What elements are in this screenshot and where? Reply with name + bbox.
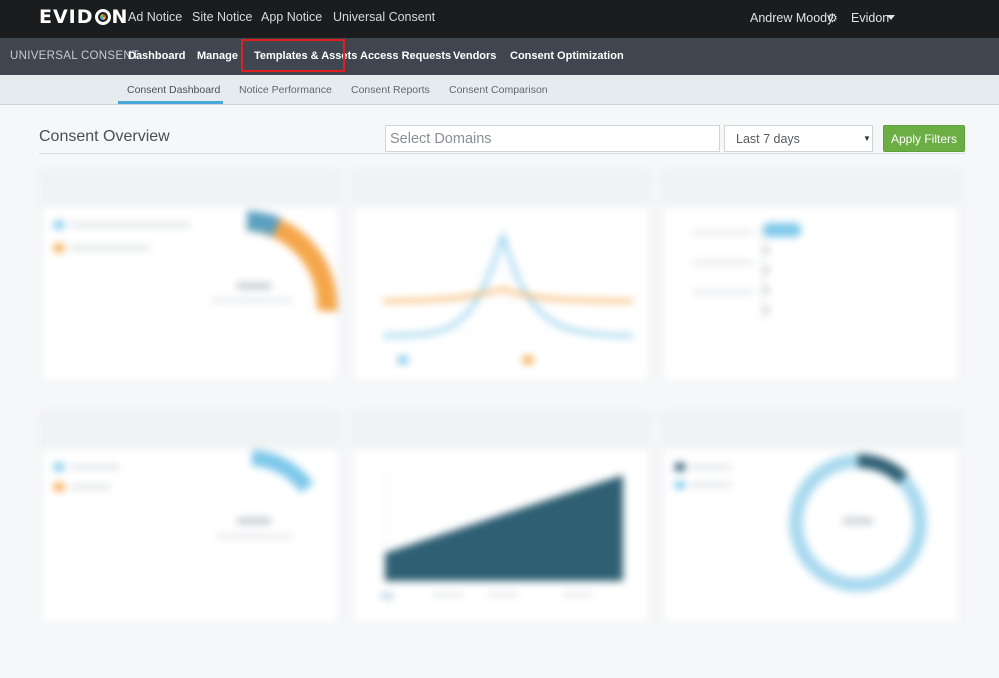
tab-consent-reports[interactable]: Consent Reports bbox=[351, 84, 430, 96]
gear-icon[interactable]: ⚙ bbox=[827, 11, 838, 25]
header-divider bbox=[39, 153, 965, 154]
gauge-chart bbox=[217, 450, 314, 538]
product-title: UNIVERSAL CONSENT bbox=[10, 50, 140, 62]
domain-select-input[interactable] bbox=[385, 125, 720, 152]
logo-o-icon bbox=[94, 9, 111, 25]
product-nav: UNIVERSAL CONSENT Dashboard Manage Templ… bbox=[0, 38, 999, 75]
nav-site-notice[interactable]: Site Notice bbox=[192, 10, 252, 24]
donut-chart bbox=[789, 454, 927, 592]
tab-consent-comparison[interactable]: Consent Comparison bbox=[449, 84, 548, 96]
widget-card bbox=[352, 170, 650, 382]
tab-notice-performance[interactable]: Notice Performance bbox=[239, 84, 332, 96]
nav-universal-consent[interactable]: Universal Consent bbox=[333, 10, 435, 24]
nav-app-notice[interactable]: App Notice bbox=[261, 10, 322, 24]
top-bar: EVID N Ad Notice Site Notice App Notice U… bbox=[0, 0, 999, 38]
sub-tabs: Consent Dashboard Notice Performance Con… bbox=[0, 75, 999, 105]
secnav-consent-optimization[interactable]: Consent Optimization bbox=[510, 50, 624, 62]
widget-grid bbox=[39, 168, 963, 643]
area-chart bbox=[381, 473, 623, 599]
secnav-vendors[interactable]: Vendors bbox=[453, 50, 496, 62]
gauge-chart bbox=[212, 211, 338, 312]
chevron-down-icon[interactable] bbox=[887, 15, 895, 20]
page-title: Consent Overview bbox=[39, 128, 170, 145]
tab-consent-dashboard[interactable]: Consent Dashboard bbox=[127, 84, 220, 96]
user-name[interactable]: Andrew Moody bbox=[750, 11, 833, 25]
secnav-manage[interactable]: Manage bbox=[197, 50, 238, 62]
line-chart bbox=[382, 230, 634, 364]
logo-wordmark-end: N bbox=[111, 6, 129, 28]
bar-chart bbox=[693, 223, 801, 321]
apply-filters-button[interactable]: Apply Filters bbox=[883, 125, 965, 152]
account-menu[interactable]: Evidon bbox=[851, 11, 889, 25]
date-range-value: Last 7 days bbox=[736, 132, 800, 146]
widget-card bbox=[662, 412, 960, 624]
widget-card bbox=[662, 170, 960, 382]
highlight-box bbox=[241, 39, 345, 72]
date-range-select[interactable]: Last 7 days ▼ bbox=[724, 125, 873, 152]
select-caret-icon: ▼ bbox=[863, 134, 871, 143]
active-tab-indicator bbox=[118, 101, 223, 104]
logo-wordmark: EVID bbox=[39, 6, 94, 28]
widget-card bbox=[41, 170, 339, 382]
evidon-logo[interactable]: EVID N bbox=[39, 4, 128, 30]
widget-card bbox=[352, 412, 650, 624]
secnav-access-requests[interactable]: Access Requests bbox=[360, 50, 451, 62]
widget-card bbox=[41, 412, 339, 624]
secnav-dashboard[interactable]: Dashboard bbox=[128, 50, 185, 62]
nav-ad-notice[interactable]: Ad Notice bbox=[128, 10, 182, 24]
